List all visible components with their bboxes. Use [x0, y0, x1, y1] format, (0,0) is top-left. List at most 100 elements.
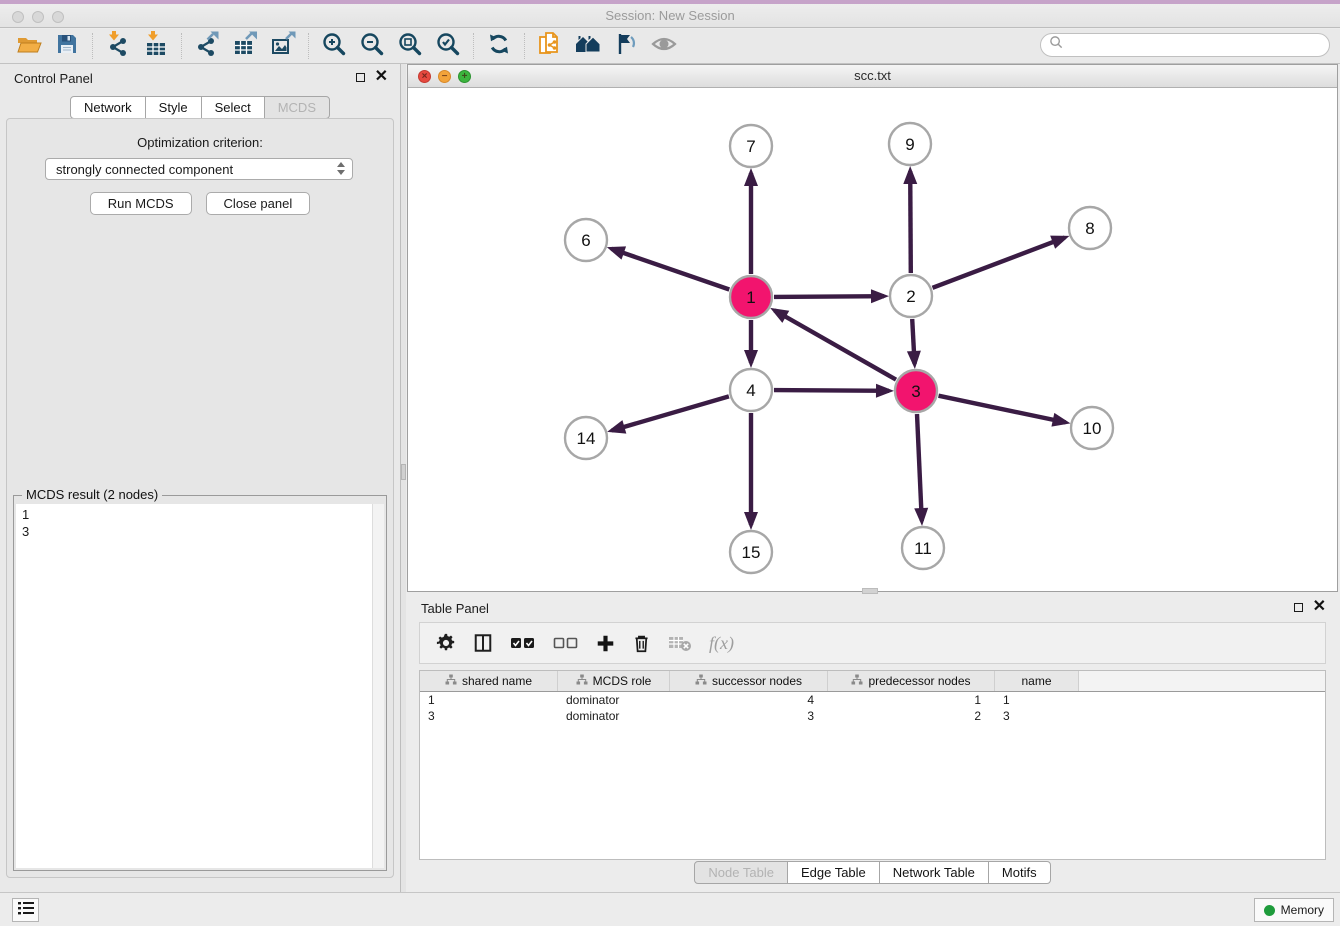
unselect-all-columns-button[interactable] [553, 635, 579, 651]
tab-select[interactable]: Select [201, 96, 265, 119]
node-7[interactable]: 7 [730, 125, 772, 167]
criterion-dropdown[interactable]: strongly connected component [45, 158, 353, 180]
zoom-out-button[interactable] [357, 31, 387, 61]
import-table-button[interactable] [141, 31, 171, 61]
export-network-button[interactable] [192, 31, 222, 61]
export-table-icon [232, 31, 258, 62]
tab-mcds[interactable]: MCDS [264, 96, 330, 119]
network-close-button[interactable]: × [418, 70, 431, 83]
save-session-button[interactable] [52, 31, 82, 61]
column-type-icon [576, 674, 588, 689]
zoom-selected-button[interactable] [433, 31, 463, 61]
table-cell[interactable]: 1 [828, 692, 995, 708]
table-cell[interactable]: 1 [995, 692, 1079, 708]
table-cell[interactable]: dominator [558, 692, 670, 708]
zoom-fit-button[interactable] [395, 31, 425, 61]
svg-text:8: 8 [1085, 219, 1094, 238]
edge-3-1[interactable] [775, 310, 897, 379]
clone-network-button[interactable] [535, 31, 565, 61]
table-body: 1dominator4113dominator323 [420, 692, 1325, 724]
edge-3-10[interactable] [939, 396, 1066, 423]
edge-3-11[interactable] [917, 414, 922, 521]
svg-text:15: 15 [742, 543, 761, 562]
tab-network-table[interactable]: Network Table [879, 861, 989, 884]
table-cell[interactable]: 4 [670, 692, 828, 708]
tab-network[interactable]: Network [70, 96, 146, 119]
tab-edge-table[interactable]: Edge Table [787, 861, 880, 884]
close-panel-icon[interactable]: ✕ [375, 72, 388, 82]
column-header-label: predecessor nodes [868, 674, 970, 688]
table-row[interactable]: 3dominator323 [420, 708, 1325, 724]
table-cell[interactable]: 3 [670, 708, 828, 724]
column-header-shared-name[interactable]: shared name [420, 671, 558, 691]
node-14[interactable]: 14 [565, 417, 607, 459]
refresh-layout-button[interactable] [484, 31, 514, 61]
mcds-result-scrollbar[interactable] [372, 504, 384, 868]
select-all-columns-button[interactable] [510, 635, 536, 651]
delete-row-button[interactable] [632, 634, 651, 653]
node-4[interactable]: 4 [730, 369, 772, 411]
float-table-panel-icon[interactable] [1294, 603, 1303, 612]
zoom-fit-icon [397, 31, 423, 62]
table-cell[interactable]: 1 [420, 692, 558, 708]
show-columns-button[interactable] [473, 633, 493, 653]
table-options-button[interactable] [436, 633, 456, 653]
edge-4-3[interactable] [774, 390, 889, 391]
network-minimize-button[interactable]: − [438, 70, 451, 83]
table-row[interactable]: 1dominator411 [420, 692, 1325, 708]
home-button[interactable] [573, 31, 603, 61]
edge-1-6[interactable] [612, 249, 730, 290]
float-panel-icon[interactable] [356, 73, 365, 82]
node-3[interactable]: 3 [895, 370, 937, 412]
node-8[interactable]: 8 [1069, 207, 1111, 249]
network-maximize-button[interactable]: + [458, 70, 471, 83]
main-toolbar-groups [4, 31, 689, 61]
node-15[interactable]: 15 [730, 531, 772, 573]
search-input[interactable] [1069, 37, 1321, 53]
column-header-name[interactable]: name [995, 671, 1079, 691]
tab-motifs[interactable]: Motifs [988, 861, 1051, 884]
network-canvas[interactable]: 7 9 6 8 1 2 4 3 14 10 15 11 [408, 88, 1337, 591]
titlebar: Session: New Session [0, 0, 1340, 28]
node-10[interactable]: 10 [1071, 407, 1113, 449]
export-image-button[interactable] [268, 31, 298, 61]
edge-2-8[interactable] [933, 238, 1065, 288]
edge-1-2[interactable] [774, 296, 884, 297]
table-cell[interactable]: 3 [420, 708, 558, 724]
close-table-panel-icon[interactable]: ✕ [1313, 602, 1326, 612]
table-cell[interactable]: 3 [995, 708, 1079, 724]
column-header-mcds-role[interactable]: MCDS role [558, 671, 670, 691]
memory-button[interactable]: Memory [1254, 898, 1334, 922]
column-header-successor-nodes[interactable]: successor nodes [670, 671, 828, 691]
network-canvas-svg[interactable]: 7 9 6 8 1 2 4 3 14 10 15 11 [408, 88, 1337, 591]
edge-2-9[interactable] [910, 171, 911, 273]
show-columns-icon [473, 633, 493, 653]
search-box[interactable] [1040, 33, 1330, 57]
table-cell[interactable]: dominator [558, 708, 670, 724]
apply-function-button[interactable]: f(x) [709, 633, 734, 654]
toolbar-group [309, 31, 473, 61]
node-9[interactable]: 9 [889, 123, 931, 165]
run-mcds-button[interactable]: Run MCDS [90, 192, 192, 215]
tab-node-table[interactable]: Node Table [694, 861, 788, 884]
edge-2-3[interactable] [912, 319, 914, 364]
mcds-result-text[interactable]: 1 3 [16, 504, 372, 868]
export-table-button[interactable] [230, 31, 260, 61]
close-panel-button[interactable]: Close panel [206, 192, 311, 215]
annotations-button[interactable] [611, 31, 641, 61]
node-6[interactable]: 6 [565, 219, 607, 261]
tab-style[interactable]: Style [145, 96, 202, 119]
add-row-button[interactable] [596, 634, 615, 653]
delete-table-button[interactable] [668, 634, 692, 652]
open-file-button[interactable] [14, 31, 44, 61]
edge-4-14[interactable] [612, 396, 729, 430]
column-header-predecessor-nodes[interactable]: predecessor nodes [828, 671, 995, 691]
node-1[interactable]: 1 [730, 276, 772, 318]
node-2[interactable]: 2 [890, 275, 932, 317]
node-11[interactable]: 11 [902, 527, 944, 569]
hide-panel-button[interactable] [649, 31, 679, 61]
task-history-button[interactable] [12, 898, 39, 922]
import-network-button[interactable] [103, 31, 133, 61]
zoom-in-button[interactable] [319, 31, 349, 61]
table-cell[interactable]: 2 [828, 708, 995, 724]
